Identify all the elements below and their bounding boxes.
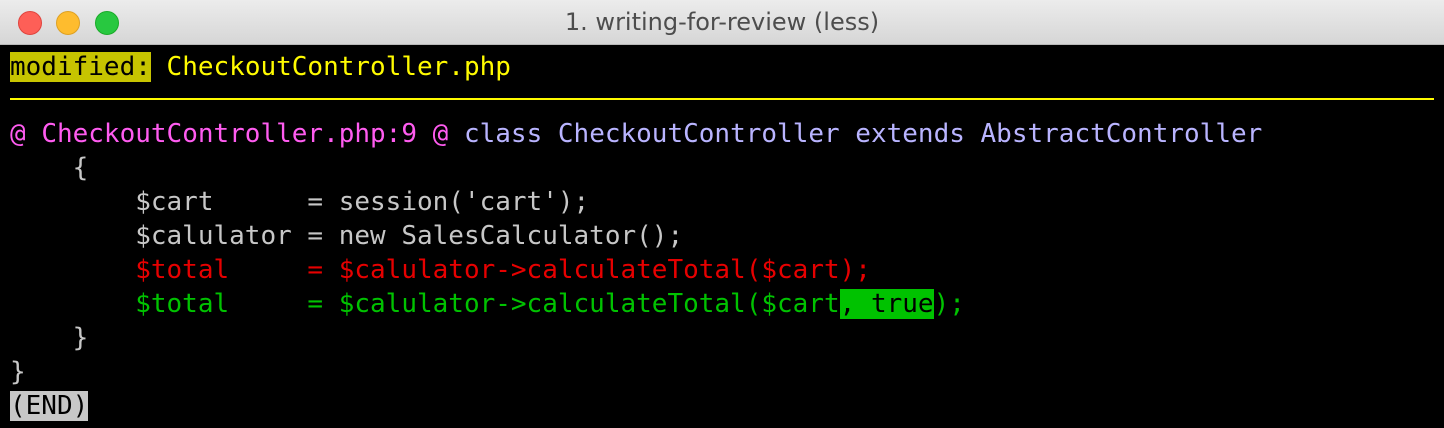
code-line-close-inner: } [10, 323, 89, 353]
hunk-location: CheckoutController.php:9 [41, 119, 417, 149]
added-line: $total = $calulator->calculateTotal($car… [10, 287, 965, 321]
end-marker: (END) [10, 391, 89, 421]
hunk-marker-close: @ [432, 119, 449, 149]
file-header-line: modified: CheckoutController.php [10, 50, 511, 84]
end-line: (END) [10, 389, 89, 423]
code-line-cart: $cart = session('cart'); [10, 187, 590, 217]
code-line-open-brace: { [10, 153, 89, 183]
added-line-suffix: ); [933, 289, 965, 319]
code-line-close-outer: } [10, 357, 26, 387]
status-badge: modified: [10, 52, 151, 82]
hunk-marker-open: @ [10, 119, 26, 149]
added-line-prefix: $total = $calulator->calculateTotal($car… [10, 289, 840, 319]
title-bar[interactable]: 1. writing-for-review (less) [0, 0, 1444, 45]
terminal-content[interactable]: modified: CheckoutController.php @ Check… [0, 45, 1444, 428]
hunk-context: class CheckoutController extends Abstrac… [463, 119, 1263, 149]
header-divider [10, 98, 1434, 100]
code-line-calculator: $calulator = new SalesCalculator(); [10, 221, 684, 251]
window-title: 1. writing-for-review (less) [564, 8, 880, 36]
terminal-window: 1. writing-for-review (less) modified: C… [0, 0, 1444, 428]
added-word-highlight: , true [839, 289, 934, 319]
removed-line: $total = $calulator->calculateTotal($car… [10, 255, 871, 285]
file-name: CheckoutController.php [166, 52, 511, 82]
hunk-header-line: @ CheckoutController.php:9 @ class Check… [10, 117, 1262, 151]
